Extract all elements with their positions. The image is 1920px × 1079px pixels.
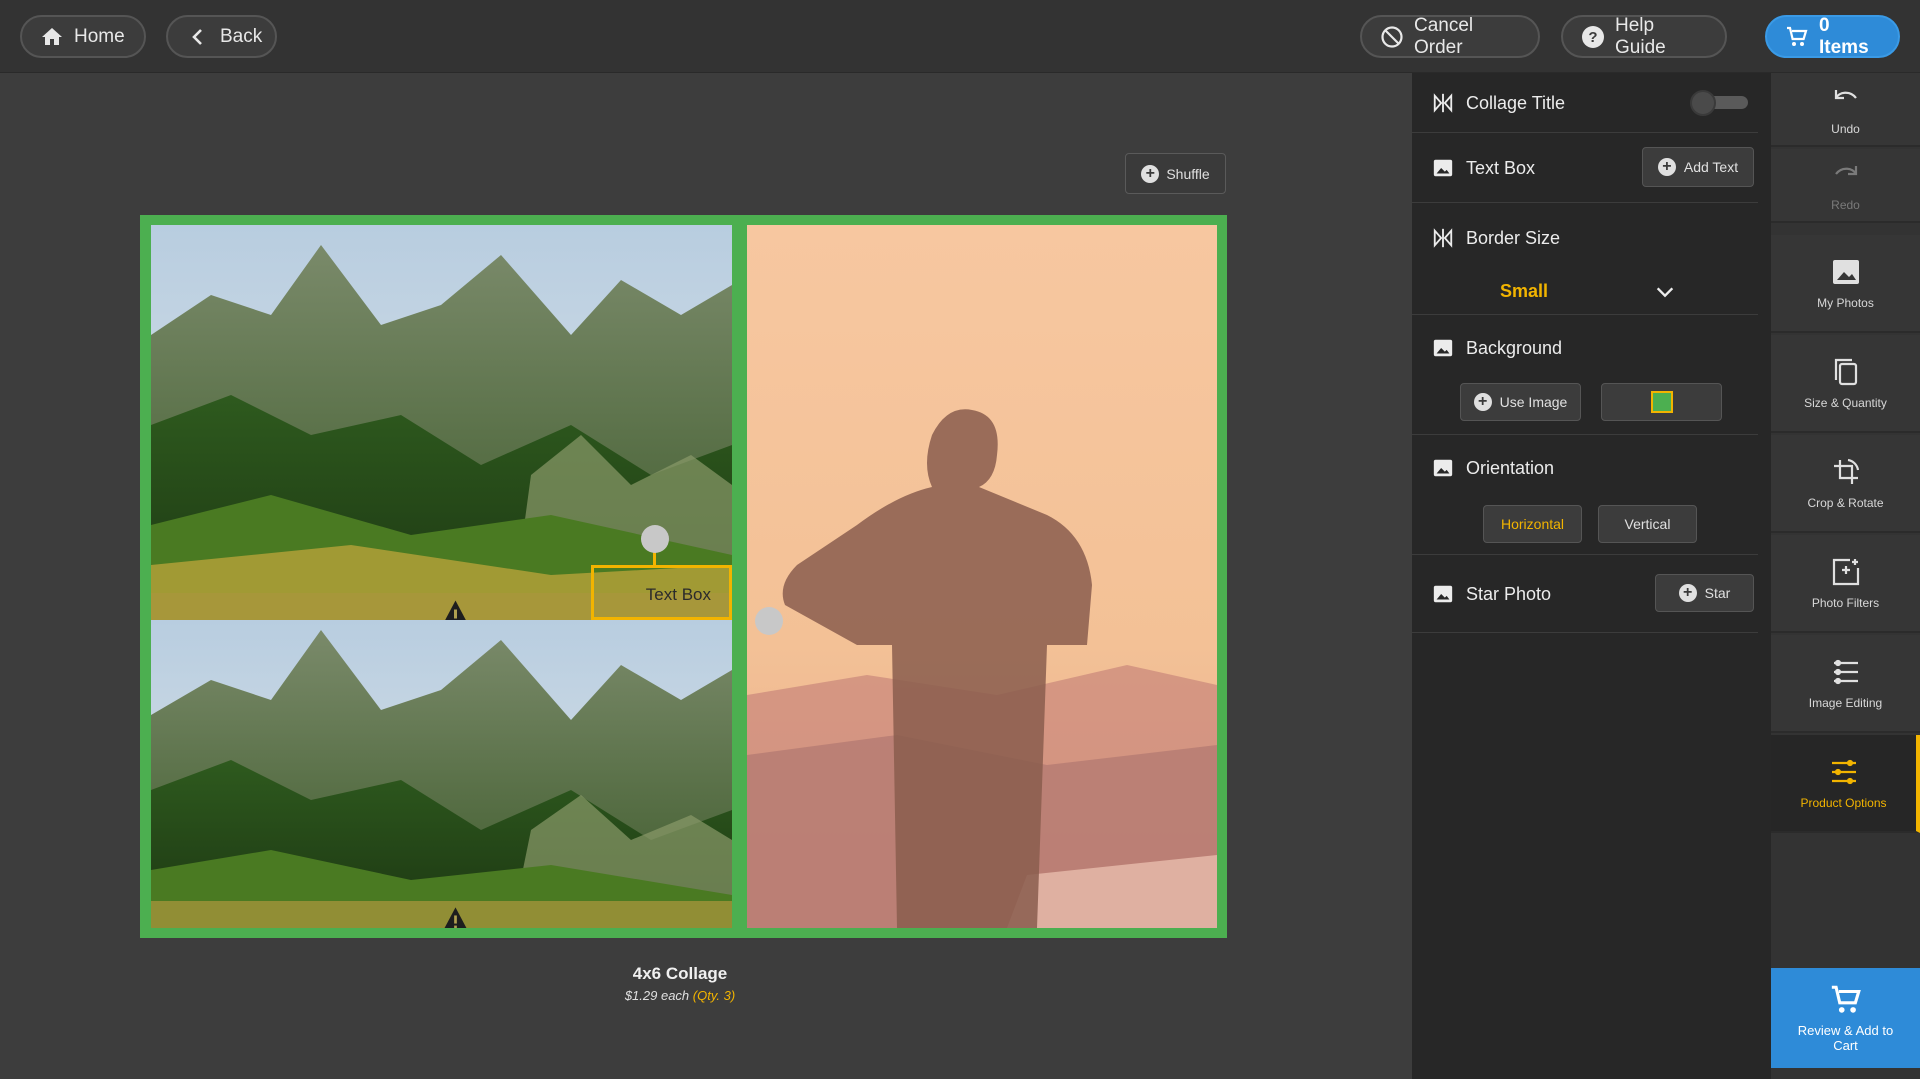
filter-sparkle-icon bbox=[1832, 558, 1859, 586]
help-icon: ? bbox=[1582, 25, 1604, 48]
plus-icon: + bbox=[1678, 584, 1697, 602]
undo-button[interactable]: Undo bbox=[1771, 73, 1920, 147]
star-button[interactable]: + Star bbox=[1655, 574, 1754, 612]
collage-title-toggle[interactable] bbox=[1690, 90, 1748, 116]
image-icon bbox=[1832, 260, 1859, 284]
collage-photo-person[interactable] bbox=[747, 225, 1217, 928]
low-resolution-warning bbox=[151, 901, 732, 928]
resize-handle[interactable] bbox=[755, 607, 783, 635]
cart-icon bbox=[1831, 985, 1861, 1013]
option-collage-title: Collage Title bbox=[1412, 73, 1758, 133]
cart-button[interactable]: 0 Items bbox=[1765, 15, 1900, 58]
option-border-size: Border Size Small bbox=[1412, 203, 1758, 315]
collage-photo-mountains-bottom[interactable] bbox=[151, 620, 732, 928]
orientation-vertical-button[interactable]: Vertical bbox=[1598, 505, 1697, 543]
quantity-link[interactable]: (Qty. 3) bbox=[693, 988, 735, 1003]
crop-rotate-icon bbox=[1833, 458, 1859, 484]
svg-text:?: ? bbox=[1588, 29, 1597, 46]
tool-photo-filters[interactable]: Photo Filters bbox=[1771, 535, 1920, 633]
collage-canvas: Text Box bbox=[140, 215, 1227, 938]
tool-rail: Undo Redo My Photos Size & Quantity Crop… bbox=[1771, 73, 1920, 1079]
option-text-box: Text Box + Add Text bbox=[1412, 133, 1758, 203]
sliders-icon bbox=[1833, 659, 1858, 685]
product-options-panel: Collage Title Text Box + Add Text Border… bbox=[1412, 73, 1771, 1079]
shuffle-button[interactable]: + Shuffle bbox=[1125, 153, 1226, 194]
undo-icon bbox=[1834, 90, 1857, 100]
border-size-select[interactable]: Small bbox=[1500, 281, 1548, 302]
background-color-button[interactable] bbox=[1601, 383, 1722, 421]
tool-image-editing[interactable]: Image Editing bbox=[1771, 635, 1920, 733]
color-swatch bbox=[1650, 391, 1673, 413]
image-icon bbox=[1433, 585, 1453, 603]
plus-icon: + bbox=[1657, 158, 1676, 176]
home-icon bbox=[42, 27, 62, 45]
mountain-photo bbox=[151, 225, 732, 623]
review-add-to-cart-button[interactable]: Review & Add to Cart bbox=[1771, 968, 1920, 1068]
option-orientation: Orientation Horizontal Vertical bbox=[1412, 435, 1758, 555]
use-image-button[interactable]: + Use Image bbox=[1460, 383, 1581, 421]
copy-icon bbox=[1834, 358, 1857, 386]
rotate-handle-stem bbox=[653, 551, 656, 565]
flip-icon bbox=[1433, 93, 1453, 113]
image-icon bbox=[1433, 159, 1453, 177]
rotate-handle[interactable] bbox=[641, 525, 669, 553]
tool-product-options[interactable]: Product Options bbox=[1771, 735, 1920, 833]
warning-icon bbox=[444, 907, 467, 928]
tool-my-photos[interactable]: My Photos bbox=[1771, 235, 1920, 333]
person-photo bbox=[747, 225, 1217, 928]
option-star-photo: Star Photo + Star bbox=[1412, 555, 1758, 633]
plus-icon: + bbox=[1141, 164, 1160, 183]
image-icon bbox=[1433, 339, 1453, 357]
product-title: 4x6 Collage bbox=[632, 964, 728, 983]
tool-crop-rotate[interactable]: Crop & Rotate bbox=[1771, 435, 1920, 533]
back-button[interactable]: Back bbox=[166, 15, 277, 58]
product-price: $1.29 each (Qty. 3) bbox=[624, 988, 736, 1003]
list-settings-icon bbox=[1831, 759, 1856, 785]
plus-icon: + bbox=[1473, 393, 1492, 411]
cart-icon bbox=[1787, 26, 1808, 46]
mountain-photo bbox=[151, 620, 732, 928]
text-box-selection[interactable]: Text Box bbox=[591, 565, 732, 620]
chevron-down-icon[interactable] bbox=[1654, 281, 1676, 303]
tool-size-quantity[interactable]: Size & Quantity bbox=[1771, 335, 1920, 433]
add-text-button[interactable]: + Add Text bbox=[1642, 147, 1754, 187]
image-icon bbox=[1433, 459, 1453, 477]
redo-button[interactable]: Redo bbox=[1771, 149, 1920, 223]
redo-icon bbox=[1834, 166, 1857, 176]
help-guide-button[interactable]: ? Help Guide bbox=[1561, 15, 1727, 58]
orientation-horizontal-button[interactable]: Horizontal bbox=[1483, 505, 1582, 543]
flip-icon bbox=[1433, 228, 1453, 248]
chevron-left-icon bbox=[192, 28, 202, 45]
top-bar: Home Back Cancel Order ? Help Guide 0 It… bbox=[0, 0, 1920, 73]
option-background: Background + Use Image bbox=[1412, 315, 1758, 435]
collage-photo-mountains-top[interactable] bbox=[151, 225, 732, 623]
home-button[interactable]: Home bbox=[20, 15, 146, 58]
cancel-order-button[interactable]: Cancel Order bbox=[1360, 15, 1540, 58]
cancel-icon bbox=[1381, 25, 1403, 48]
